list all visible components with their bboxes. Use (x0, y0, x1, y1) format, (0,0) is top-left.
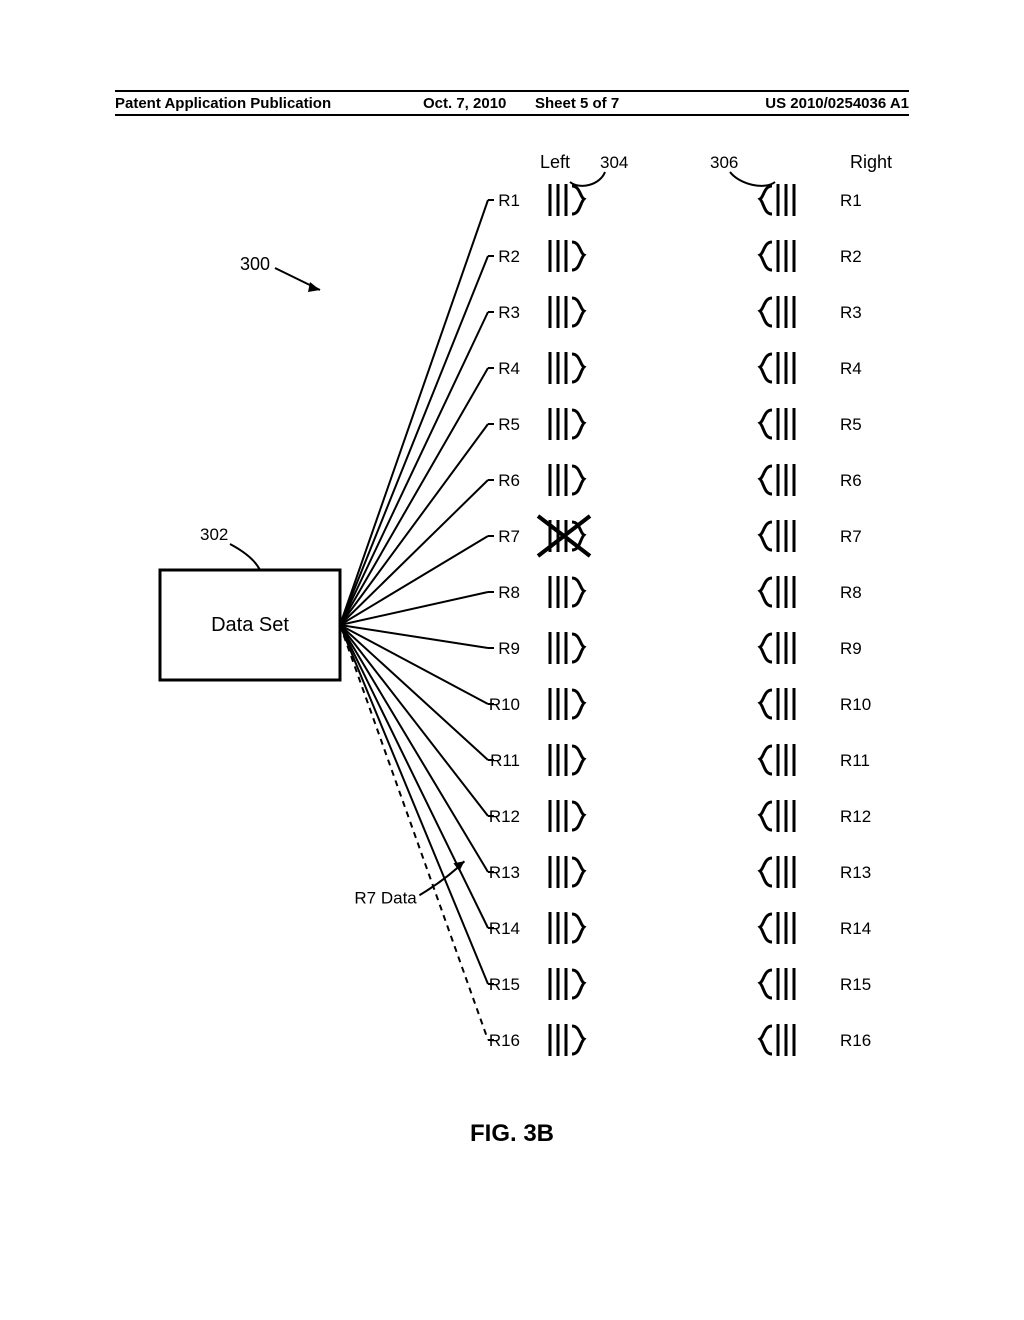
fan-line (340, 625, 488, 1040)
header-date: Oct. 7, 2010 (423, 95, 506, 112)
leader-304 (570, 172, 605, 186)
right-row-label: R12 (840, 807, 871, 826)
ref-306: 306 (710, 153, 738, 172)
right-row-label: R11 (840, 751, 870, 770)
right-row-label: R1 (840, 191, 862, 210)
head-icon (760, 688, 794, 720)
right-row-label: R5 (840, 415, 862, 434)
head-icon (760, 912, 794, 944)
figure-diagram: Left 304 Right 306 300 Data Set 302 R1 R2 R3 R4 R5 R… (60, 140, 960, 1120)
head-icon (760, 408, 794, 440)
left-row-label: R5 (498, 415, 520, 434)
head-icon (550, 856, 584, 888)
head-icon (550, 352, 584, 384)
head-icon (760, 1024, 794, 1056)
fan-line (340, 312, 488, 625)
right-row-label: R13 (840, 863, 871, 882)
header-sheet: Sheet 5 of 7 (535, 95, 619, 112)
head-icon (760, 296, 794, 328)
head-icon (760, 632, 794, 664)
head-icon (760, 464, 794, 496)
head-icon (760, 520, 794, 552)
fan-line (340, 480, 488, 625)
fan-line (340, 256, 488, 625)
ref-304: 304 (600, 153, 628, 172)
header-pubno: US 2010/0254036 A1 (765, 95, 909, 112)
head-icon (760, 352, 794, 384)
fan-line (340, 625, 488, 816)
head-icon (550, 184, 584, 216)
left-row-label: R1 (498, 191, 520, 210)
head-icon (760, 744, 794, 776)
right-row-label: R2 (840, 247, 862, 266)
head-icon (550, 464, 584, 496)
ref-300: 300 (240, 254, 270, 274)
head-icon (760, 800, 794, 832)
fan-line (340, 200, 488, 625)
right-row-label: R8 (840, 583, 862, 602)
fan-line (340, 625, 488, 928)
right-row-label: R3 (840, 303, 862, 322)
page: Patent Application Publication Oct. 7, 2… (0, 0, 1024, 1320)
head-icon (550, 240, 584, 272)
leader-306 (730, 172, 775, 186)
left-col-label: Left (540, 152, 570, 172)
left-row-label: R3 (498, 303, 520, 322)
head-icon (550, 912, 584, 944)
right-row-label: R10 (840, 695, 871, 714)
head-icon (550, 744, 584, 776)
head-icon (760, 968, 794, 1000)
left-row-label: R4 (498, 359, 520, 378)
header-publication: Patent Application Publication (115, 95, 331, 112)
head-icon (760, 576, 794, 608)
head-icon (550, 408, 584, 440)
left-row-label: R9 (498, 639, 520, 658)
head-icon (550, 968, 584, 1000)
right-row-label: R16 (840, 1031, 871, 1050)
head-icon (550, 576, 584, 608)
right-row-label: R15 (840, 975, 871, 994)
head-icon (760, 240, 794, 272)
fan-line (340, 536, 488, 625)
head-icon (550, 632, 584, 664)
left-row-label: R7 (498, 527, 520, 546)
right-row-label: R4 (840, 359, 862, 378)
leader-302 (230, 544, 260, 570)
r7-data-label: R7 Data (354, 888, 417, 907)
left-row-label: R8 (498, 583, 520, 602)
right-row-label: R6 (840, 471, 862, 490)
head-icon (760, 856, 794, 888)
head-icon (760, 184, 794, 216)
right-row-label: R14 (840, 919, 871, 938)
right-col-label: Right (850, 152, 892, 172)
arrow-300-head (308, 282, 320, 292)
page-header: Patent Application Publication Oct. 7, 2… (115, 90, 909, 116)
fan-line (340, 368, 488, 625)
head-icon (550, 296, 584, 328)
figure-caption: FIG. 3B (0, 1120, 1024, 1148)
fan-line (340, 592, 488, 625)
right-row-label: R9 (840, 639, 862, 658)
right-row-label: R7 (840, 527, 862, 546)
ref-302: 302 (200, 525, 228, 544)
left-row-label: R2 (498, 247, 520, 266)
fan-line (340, 424, 488, 625)
left-row-label: R6 (498, 471, 520, 490)
head-icon (550, 800, 584, 832)
head-icon (550, 1024, 584, 1056)
fan-line (340, 625, 488, 984)
dataset-label: Data Set (211, 614, 289, 636)
left-row-label: R11 (490, 751, 520, 770)
head-icon (550, 688, 584, 720)
